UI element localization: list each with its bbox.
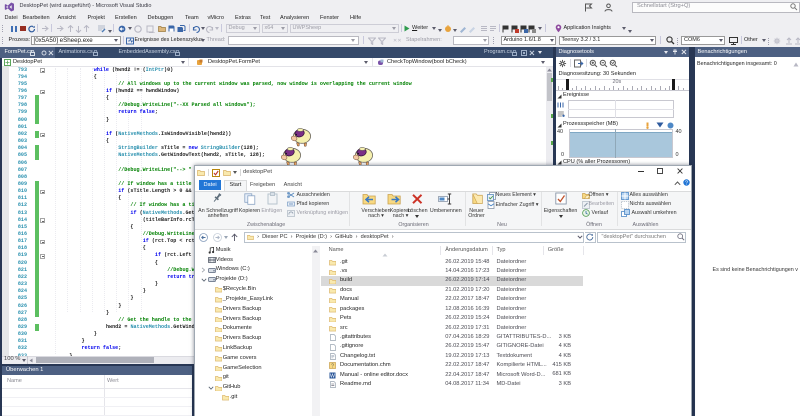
svg-text:?: ? (685, 180, 688, 186)
svg-text:W: W (330, 373, 335, 379)
svg-text:?: ? (331, 364, 334, 370)
